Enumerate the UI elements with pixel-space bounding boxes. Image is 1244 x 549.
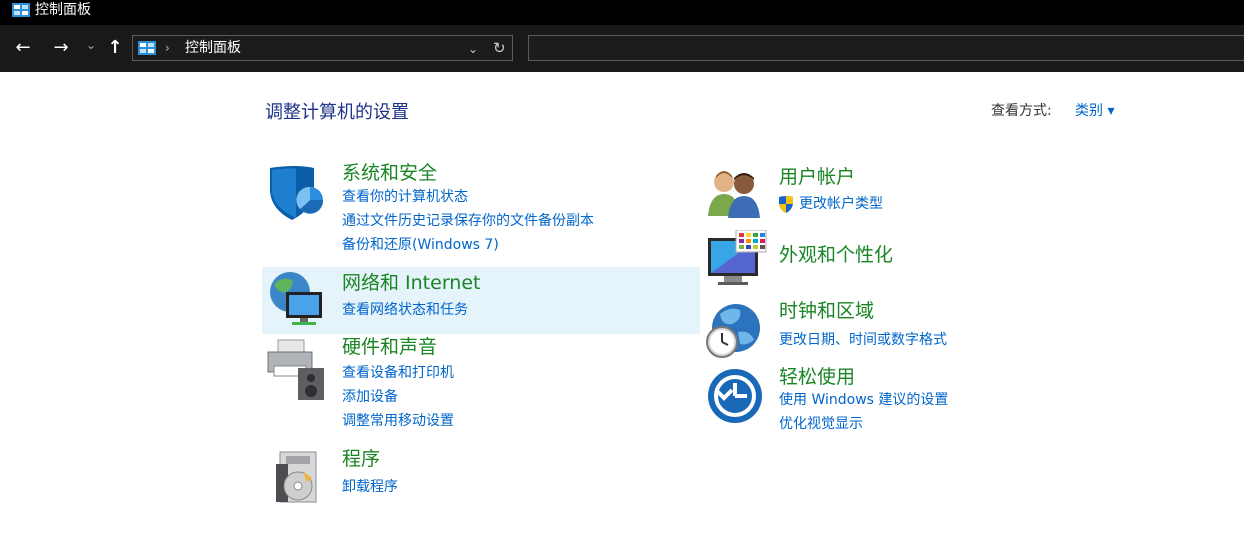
forward-button[interactable]: →: [50, 36, 72, 60]
arrow-up-icon: ↑: [107, 37, 123, 58]
printer-speaker-icon: [267, 339, 324, 400]
view-network-status-link[interactable]: 查看网络状态和任务: [342, 300, 468, 320]
change-account-type-link[interactable]: 更改帐户类型: [799, 194, 883, 214]
clock-region-title[interactable]: 时钟和区域: [779, 299, 874, 323]
mobility-settings-link[interactable]: 调整常用移动设置: [342, 411, 454, 431]
page-title: 调整计算机的设置: [265, 102, 409, 123]
windows-suggested-settings-link[interactable]: 使用 Windows 建议的设置: [779, 390, 948, 410]
refresh-button[interactable]: ↻: [493, 38, 506, 58]
appearance-title[interactable]: 外观和个性化: [779, 243, 893, 267]
system-security-title[interactable]: 系统和安全: [342, 161, 437, 185]
uac-shield-icon: [779, 196, 793, 213]
control-panel-icon: [138, 41, 156, 55]
view-by-label: 查看方式:: [991, 103, 1052, 119]
programs-title[interactable]: 程序: [342, 447, 380, 471]
ease-of-access-title[interactable]: 轻松使用: [779, 365, 855, 389]
arrow-left-icon: ←: [15, 37, 31, 58]
shield-icon: [270, 166, 324, 220]
monitor-palette-icon: [708, 230, 767, 285]
optimize-visual-display-link[interactable]: 优化视觉显示: [779, 414, 863, 434]
backup-restore-link[interactable]: 备份和还原(Windows 7): [342, 235, 499, 255]
control-panel-icon: [12, 3, 30, 17]
breadcrumb-separator[interactable]: ›: [165, 38, 170, 58]
search-input[interactable]: [528, 35, 1244, 61]
hardware-sound-title[interactable]: 硬件和声音: [342, 335, 437, 359]
back-button[interactable]: ←: [12, 36, 34, 60]
address-dropdown-button[interactable]: ⌄: [468, 39, 478, 59]
refresh-icon: ↻: [493, 39, 506, 57]
recent-locations-button[interactable]: ⌄: [80, 33, 102, 57]
programs-disc-icon: [276, 451, 317, 503]
add-device-link[interactable]: 添加设备: [342, 387, 398, 407]
address-bar[interactable]: › 控制面板 ⌄ ↻: [132, 35, 513, 61]
ease-of-access-icon: [708, 369, 762, 423]
hover-highlight: [262, 267, 700, 334]
devices-printers-link[interactable]: 查看设备和打印机: [342, 363, 454, 383]
navigation-toolbar: ← → ⌄ ↑ › 控制面板 ⌄ ↻: [0, 25, 1244, 72]
globe-clock-icon: [706, 304, 760, 358]
users-icon: [708, 171, 760, 218]
network-globe-icon: [270, 272, 322, 325]
chevron-down-icon: ⌄: [468, 42, 479, 56]
user-accounts-title[interactable]: 用户帐户: [779, 165, 855, 189]
title-bar: 控制面板: [0, 0, 1244, 25]
uninstall-program-link[interactable]: 卸载程序: [342, 477, 398, 497]
main-content: 调整计算机的设置 查看方式: 类别 ▾ 系统和安全 查看你的计算机状态 通过文件…: [0, 72, 1244, 549]
network-internet-title[interactable]: 网络和 Internet: [342, 271, 480, 295]
arrow-right-icon: →: [53, 37, 69, 58]
breadcrumb-control-panel[interactable]: 控制面板: [185, 38, 241, 58]
up-button[interactable]: ↑: [104, 36, 126, 60]
change-date-time-format-link[interactable]: 更改日期、时间或数字格式: [779, 330, 947, 350]
view-by-dropdown[interactable]: 类别 ▾: [1075, 100, 1114, 120]
chevron-down-icon: ⌄: [85, 38, 97, 52]
file-history-backup-link[interactable]: 通过文件历史记录保存你的文件备份副本: [342, 211, 594, 231]
window-title: 控制面板: [35, 2, 91, 18]
view-computer-status-link[interactable]: 查看你的计算机状态: [342, 187, 468, 207]
